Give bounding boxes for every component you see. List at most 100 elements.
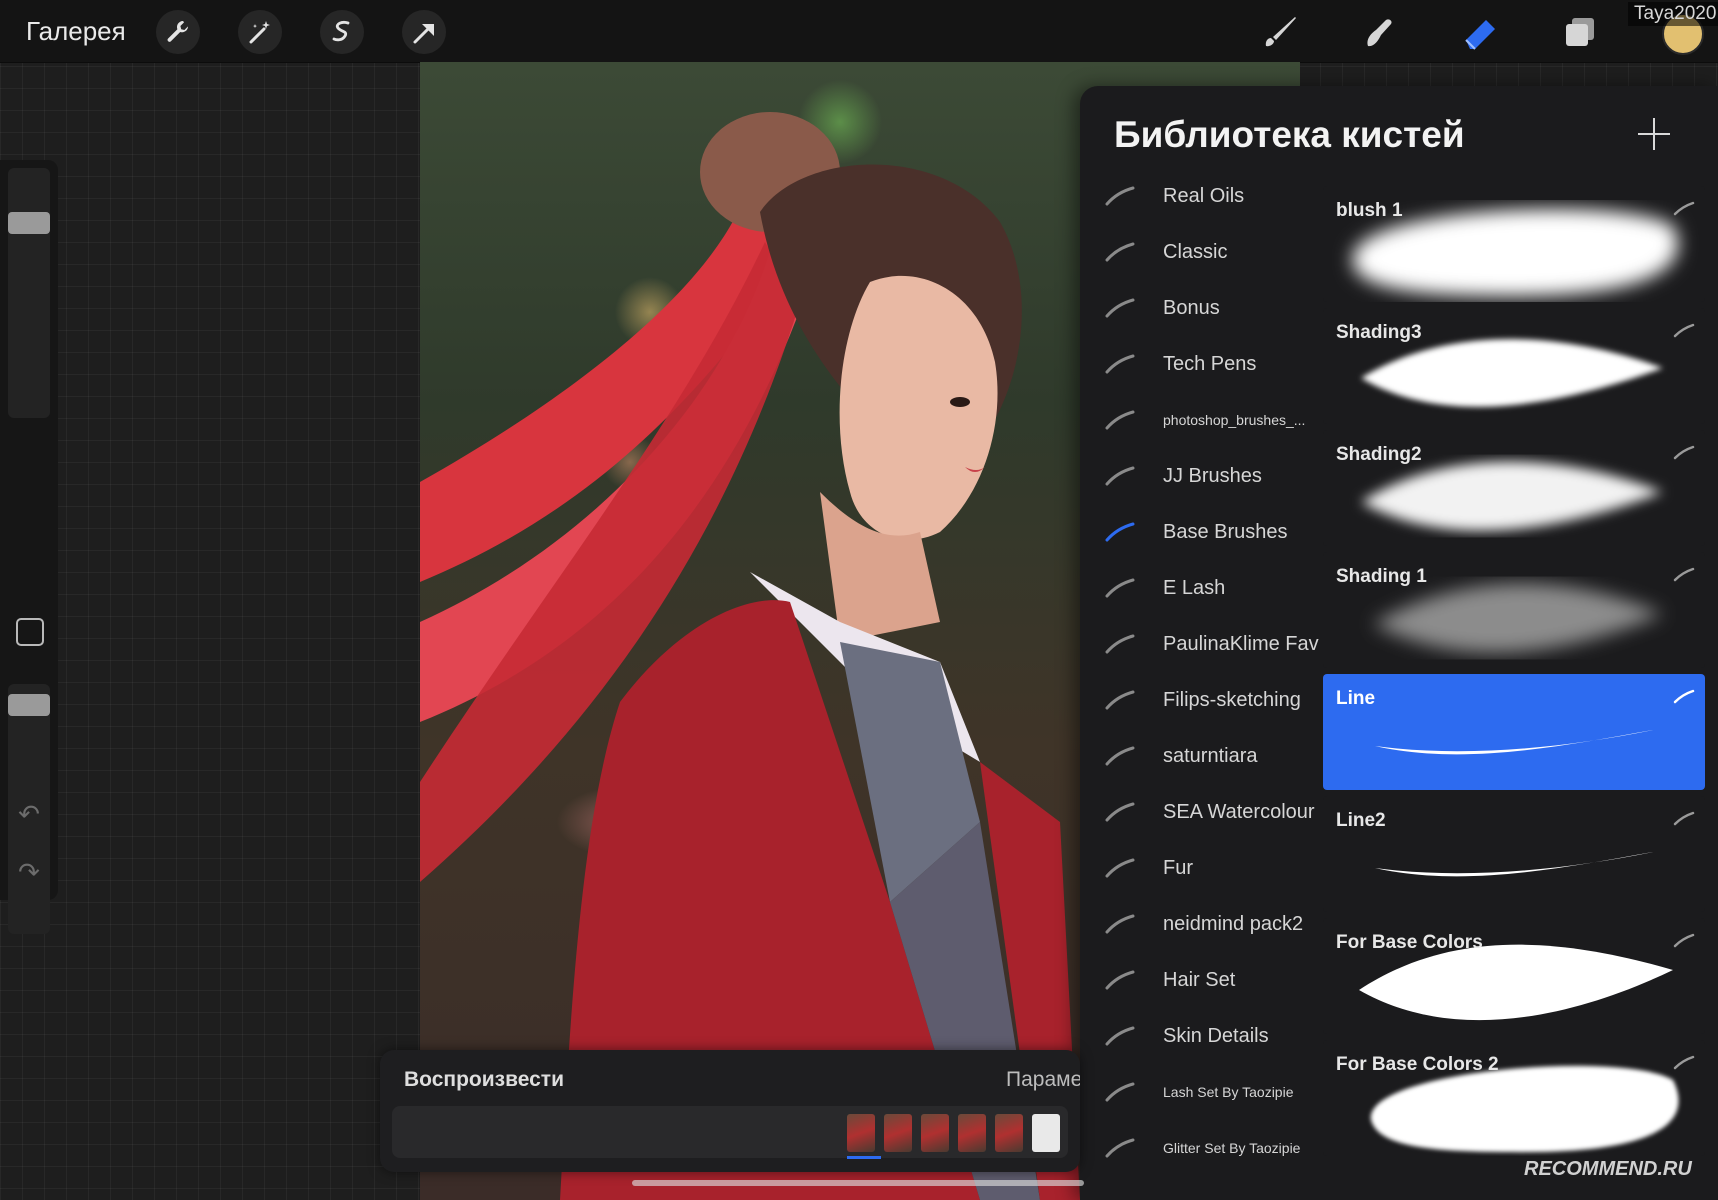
- brush-set-label: JJ Brushes: [1163, 464, 1262, 487]
- brush-tip-icon: [1673, 445, 1695, 460]
- brush-set-item[interactable]: Lash Set By Taozipie: [1080, 1064, 1326, 1120]
- brush-set-item[interactable]: saturntiara: [1080, 728, 1326, 784]
- brush-set-label: Skin Details: [1163, 1024, 1269, 1047]
- brush-set-label: Hair Set: [1163, 968, 1236, 991]
- brush-set-icon: [1105, 186, 1135, 206]
- brush-set-item[interactable]: E Lash: [1080, 560, 1326, 616]
- frame-thumbnail[interactable]: [995, 1114, 1023, 1152]
- brush-tip-icon: [1673, 323, 1695, 338]
- brush-set-icon: [1105, 1026, 1135, 1046]
- brush-set-icon: [1105, 578, 1135, 598]
- brush-set-icon: [1105, 690, 1135, 710]
- brush-card[interactable]: For Base Colors 2: [1323, 1040, 1705, 1156]
- brush-set-label: Bonus: [1163, 296, 1220, 319]
- brush-set-list: Real Oils Classic Bonus Tech Pens photoshop_…: [1080, 168, 1326, 1176]
- brush-set-icon: [1105, 354, 1135, 374]
- brush-card[interactable]: Line2: [1323, 796, 1705, 912]
- brush-set-icon: [1105, 410, 1135, 430]
- redo-icon[interactable]: ↷: [15, 858, 43, 886]
- home-indicator: [632, 1180, 1084, 1186]
- brush-tip-icon: [1673, 567, 1695, 582]
- user-watermark: Taya2020: [1628, 2, 1718, 26]
- brush-size-slider-thumb[interactable]: [8, 212, 50, 234]
- brush-tip-icon: [1673, 1055, 1695, 1070]
- playback-settings-button[interactable]: Параметры: [1006, 1068, 1080, 1092]
- frame-thumbnail[interactable]: [847, 1114, 875, 1152]
- brush-set-item[interactable]: PaulinaKlime Fav: [1080, 616, 1326, 672]
- plus-icon[interactable]: [1636, 116, 1672, 152]
- blank-frame[interactable]: [1032, 1114, 1060, 1152]
- brush-icon[interactable]: [1256, 8, 1304, 56]
- brush-set-item[interactable]: Classic: [1080, 224, 1326, 280]
- brush-set-icon: [1105, 970, 1135, 990]
- brush-set-label: Lash Set By Taozipie: [1163, 1084, 1294, 1100]
- frame-thumbnail[interactable]: [958, 1114, 986, 1152]
- brush-name: Line2: [1336, 810, 1386, 831]
- brush-tip-icon: [1673, 811, 1695, 826]
- brush-set-icon: [1105, 634, 1135, 654]
- brush-set-label: neidmind pack2: [1163, 912, 1304, 935]
- playback-panel: Воспроизвести Параметры: [380, 1050, 1080, 1172]
- frame-thumbnail[interactable]: [921, 1114, 949, 1152]
- brush-set-item[interactable]: Skin Details: [1080, 1008, 1326, 1064]
- brush-set-icon: [1105, 242, 1135, 262]
- brush-card[interactable]: blush 1: [1323, 186, 1705, 302]
- brush-card[interactable]: Shading3: [1323, 308, 1705, 424]
- brush-set-icon: [1105, 522, 1135, 542]
- brush-set-item[interactable]: photoshop_brushes_...: [1080, 392, 1326, 448]
- gallery-button[interactable]: Галерея: [26, 16, 126, 47]
- brush-set-label: saturntiara: [1163, 744, 1258, 767]
- brush-set-icon: [1105, 858, 1135, 878]
- layers-icon[interactable]: [1556, 8, 1604, 56]
- brush-set-item[interactable]: neidmind pack2: [1080, 896, 1326, 952]
- brush-set-item[interactable]: JJ Brushes: [1080, 448, 1326, 504]
- transform-arrow-icon[interactable]: [402, 10, 446, 54]
- brush-set-item[interactable]: Real Oils: [1080, 168, 1326, 224]
- recommend-watermark: RECOMMEND.RU: [1524, 1158, 1692, 1180]
- brush-set-item[interactable]: Glitter Set By Taozipie: [1080, 1120, 1326, 1176]
- brush-set-icon: [1105, 914, 1135, 934]
- modify-button[interactable]: [16, 618, 44, 646]
- brush-stroke-preview: [1375, 730, 1653, 755]
- brush-set-item[interactable]: Hair Set: [1080, 952, 1326, 1008]
- eraser-icon[interactable]: [1456, 8, 1504, 56]
- brush-name: Line: [1336, 688, 1376, 709]
- brush-name: blush 1: [1336, 200, 1403, 221]
- brush-size-slider[interactable]: [8, 168, 50, 418]
- brush-library-panel: Библиотека кистей Real Oils Classic Bonus T…: [1080, 86, 1718, 1200]
- wrench-icon[interactable]: [156, 10, 200, 54]
- brush-set-item[interactable]: Base Brushes: [1080, 504, 1326, 560]
- top-toolbar: Галерея Taya2020: [0, 0, 1718, 63]
- frame-thumbnail[interactable]: [884, 1114, 912, 1152]
- brush-name: For Base Colors 2: [1336, 1054, 1499, 1075]
- opacity-slider-thumb[interactable]: [8, 693, 50, 716]
- undo-icon[interactable]: ↶: [15, 800, 43, 828]
- brush-set-label: photoshop_brushes_...: [1163, 412, 1306, 428]
- magic-wand-icon[interactable]: [238, 10, 282, 54]
- brush-set-item[interactable]: Fur: [1080, 840, 1326, 896]
- brush-set-item[interactable]: SEA Watercolour: [1080, 784, 1326, 840]
- animation-timeline[interactable]: [392, 1106, 1068, 1159]
- brush-set-label: Real Oils: [1163, 184, 1245, 207]
- brush-card[interactable]: Shading 1: [1323, 552, 1705, 668]
- smudge-icon[interactable]: [1356, 8, 1404, 56]
- brush-set-icon: [1105, 466, 1135, 486]
- brush-card[interactable]: Line: [1323, 674, 1705, 790]
- brush-set-item[interactable]: Tech Pens: [1080, 336, 1326, 392]
- brush-set-icon: [1105, 1082, 1135, 1102]
- panel-title: Библиотека кистей: [1114, 114, 1465, 155]
- brush-set-item[interactable]: Bonus: [1080, 280, 1326, 336]
- brush-set-label: Base Brushes: [1163, 520, 1288, 543]
- brush-card[interactable]: Shading2: [1323, 430, 1705, 546]
- brush-set-icon: [1105, 802, 1135, 822]
- brush-name: For Base Colors: [1336, 932, 1483, 953]
- brush-tip-icon: [1673, 933, 1695, 948]
- current-frame-indicator: [847, 1156, 881, 1159]
- brush-list: blush 1 Shading3 Shading2 Shading 1 Line Line…: [1323, 186, 1705, 1162]
- brush-card[interactable]: For Base Colors: [1323, 918, 1705, 1034]
- brush-set-label: Glitter Set By Taozipie: [1163, 1140, 1301, 1156]
- playback-button[interactable]: Воспроизвести: [404, 1068, 564, 1092]
- selection-icon[interactable]: [320, 10, 364, 54]
- brush-set-label: Classic: [1163, 240, 1228, 263]
- brush-set-item[interactable]: Filips-sketching: [1080, 672, 1326, 728]
